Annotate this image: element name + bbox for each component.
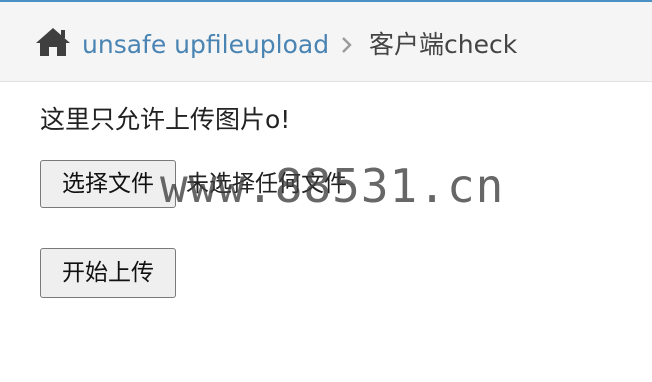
upload-button[interactable]: 开始上传 xyxy=(40,248,176,298)
breadcrumb-current: 客户端check xyxy=(369,30,518,59)
breadcrumb: unsafe upfileupload 客户端check xyxy=(0,0,652,82)
choose-file-button[interactable]: 选择文件 xyxy=(40,160,176,208)
breadcrumb-link-upfileupload[interactable]: unsafe upfileupload xyxy=(82,30,329,60)
home-icon[interactable] xyxy=(34,26,72,58)
page: unsafe upfileupload 客户端check 这里只允许上传图片o!… xyxy=(0,0,652,382)
upload-notice: 这里只允许上传图片o! xyxy=(40,105,291,134)
chevron-right-icon xyxy=(342,37,352,53)
file-status-text: 未选择任何文件 xyxy=(186,171,347,197)
